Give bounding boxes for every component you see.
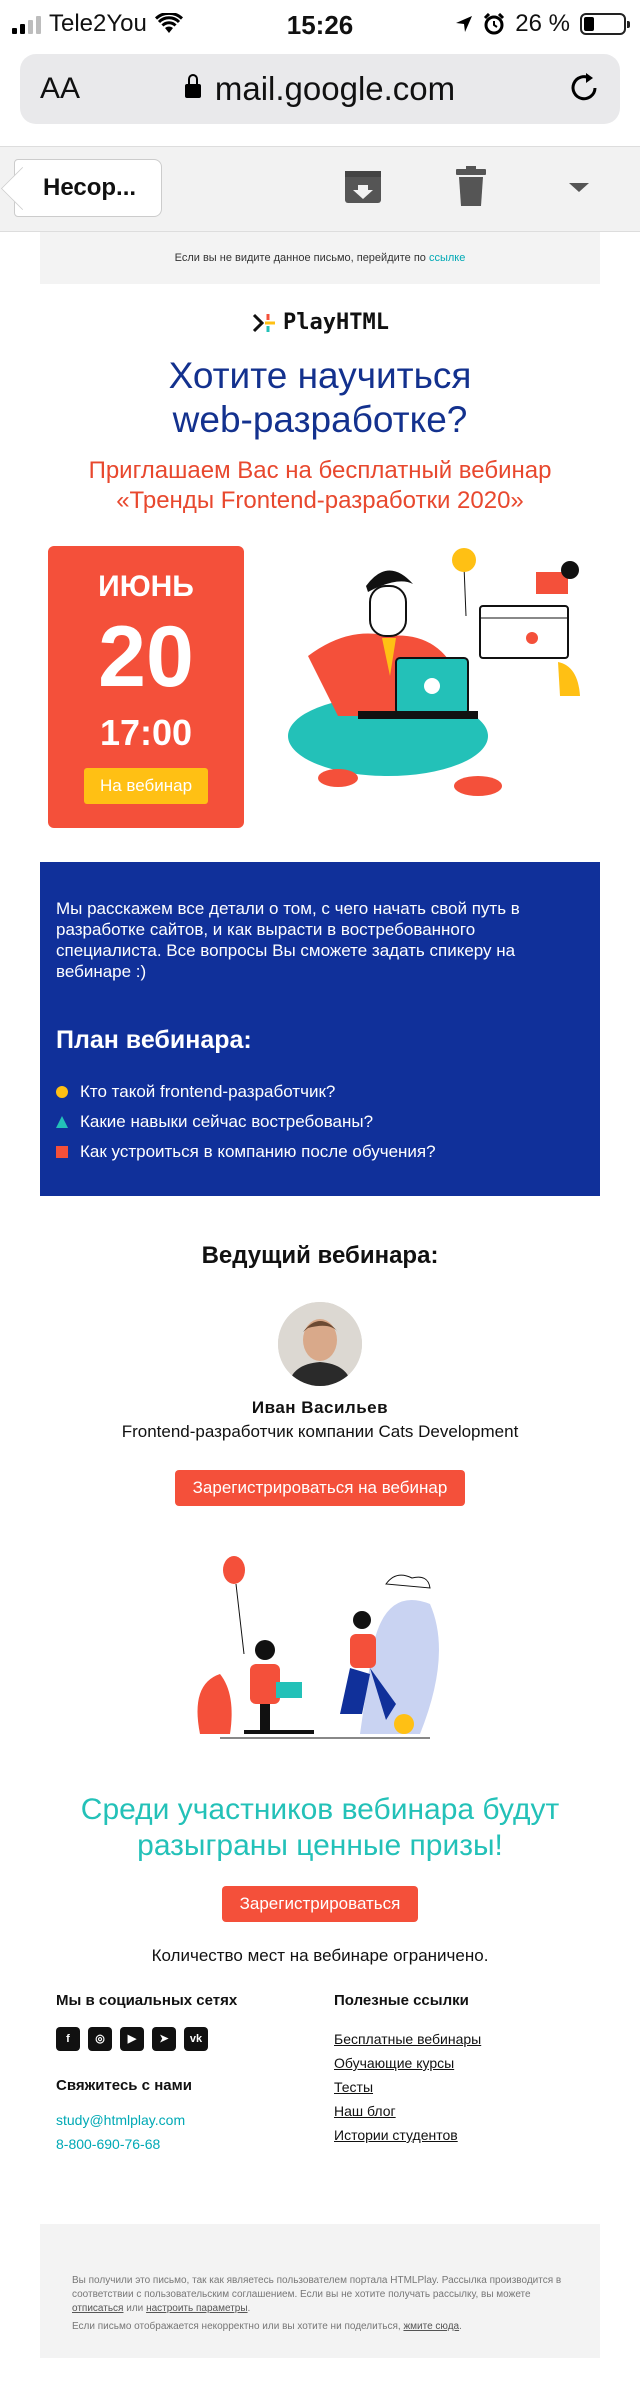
- yellow-circle-icon: [56, 1086, 68, 1098]
- system-indicators: 26 %: [455, 10, 630, 38]
- plan-item: Как устроиться в компанию после обучения…: [56, 1137, 584, 1167]
- social-icons: f ◎ ▶ ➤ vk: [56, 2027, 237, 2051]
- webinar-info-box: Мы расскажем все детали о том, с чего на…: [40, 862, 600, 1196]
- preheader-link[interactable]: ссылке: [429, 252, 465, 264]
- contact-phone-link[interactable]: 8-800-690-76-68: [56, 2132, 237, 2156]
- footer-left-column: Мы в социальных сетях f ◎ ▶ ➤ vk Свяжите…: [56, 1992, 237, 2156]
- alarm-icon: [484, 13, 505, 35]
- preheader: Если вы не видите данное письмо, перейди…: [40, 232, 600, 284]
- date-day: 20: [98, 609, 194, 705]
- lock-icon: [184, 74, 201, 98]
- footer: Мы в социальных сетях f ◎ ▶ ➤ vk Свяжите…: [40, 1992, 600, 2192]
- prize-line-1: Среди участников вебинара будут: [80, 1793, 560, 1826]
- status-bar: Tele2You 15:26 26 %: [0, 0, 640, 52]
- plan-title: План вебинара:: [56, 1026, 252, 1054]
- vk-icon[interactable]: vk: [184, 2027, 208, 2051]
- register-webinar-button[interactable]: Зарегистрироваться на вебинар: [174, 1470, 466, 1506]
- date-month: ИЮНЬ: [98, 570, 194, 603]
- url-display[interactable]: mail.google.com: [20, 70, 620, 108]
- link-blog[interactable]: Наш блог: [334, 2099, 481, 2123]
- link-free-webinars[interactable]: Бесплатные вебинары: [334, 2027, 481, 2051]
- host-avatar: [278, 1302, 362, 1386]
- unsubscribe-link[interactable]: отписаться: [72, 2303, 123, 2314]
- headline: Хотите научиться web-разработке?: [40, 354, 600, 442]
- legal-text: Вы получили это письмо, так как являетес…: [72, 2275, 562, 2300]
- plan-item: Кто такой frontend-разработчик?: [56, 1077, 584, 1107]
- host-photo-icon: [278, 1302, 362, 1386]
- telegram-icon[interactable]: ➤: [152, 2027, 176, 2051]
- register-button[interactable]: Зарегистрироваться: [221, 1886, 419, 1922]
- battery-icon: [580, 13, 630, 35]
- date-card: ИЮНЬ 20 17:00 На вебинар: [48, 546, 244, 828]
- host-title: Ведущий вебинара:: [201, 1242, 439, 1269]
- location-arrow-icon: [456, 16, 473, 32]
- contact-email-link[interactable]: study@htmlplay.com: [56, 2108, 237, 2132]
- legal-or: или: [126, 2303, 144, 2314]
- limited-seats-text: Количество мест на вебинаре ограничено.: [151, 1946, 489, 1965]
- red-square-icon: [56, 1146, 68, 1158]
- link-courses[interactable]: Обучающие курсы: [334, 2051, 481, 2075]
- prize-line-2: разыграны ценные призы!: [137, 1829, 503, 1862]
- subheadline: Приглашаем Вас на бесплатный вебинар «Тр…: [40, 456, 600, 516]
- legal-line-2: Если письмо отображается некорректно или…: [72, 2321, 462, 2332]
- plan-item: Какие навыки сейчас востребованы?: [56, 1107, 584, 1137]
- useful-links-title: Полезные ссылки: [334, 1992, 469, 2009]
- playhtml-logo-icon: [252, 313, 276, 333]
- host-role: Frontend-разработчик компании Cats Devel…: [121, 1422, 519, 1441]
- plan-list: Кто такой frontend-разработчик? Какие на…: [56, 1077, 584, 1167]
- youtube-icon[interactable]: ▶: [120, 2027, 144, 2051]
- instagram-icon[interactable]: ◎: [88, 2027, 112, 2051]
- email-body: Если вы не видите данное письмо, перейди…: [40, 232, 600, 2358]
- hero-section: ИЮНЬ 20 17:00 На вебинар: [40, 534, 600, 834]
- teal-triangle-icon: [56, 1116, 68, 1128]
- developer-illustration: [288, 548, 580, 796]
- reload-icon[interactable]: [566, 70, 602, 106]
- archive-icon[interactable]: [340, 165, 386, 209]
- logo: PlayHTML: [40, 308, 600, 338]
- plan-item-text: Как устроиться в компанию после обучения…: [80, 1142, 436, 1161]
- footer-right-column: Полезные ссылки Бесплатные вебинары Обуч…: [334, 1992, 481, 2147]
- social-title: Мы в социальных сетях: [56, 1992, 238, 2009]
- legal-notice: Вы получили это письмо, так как являетес…: [40, 2224, 600, 2358]
- team-illustration: [197, 1556, 439, 1739]
- preheader-text: Если вы не видите данное письмо, перейди…: [174, 252, 426, 264]
- back-button-label: Несор...: [43, 174, 137, 201]
- plan-item-text: Какие навыки сейчас востребованы?: [80, 1112, 374, 1131]
- settings-link[interactable]: настроить параметры: [146, 2303, 247, 2314]
- logo-text: PlayHTML: [283, 310, 389, 335]
- mail-toolbar: Несор...: [0, 146, 640, 232]
- legal-line-1: Вы получили это письмо, так как являетес…: [72, 2275, 562, 2314]
- link-tests[interactable]: Тесты: [334, 2075, 481, 2099]
- headline-line-2: web-разработке?: [172, 399, 468, 440]
- link-student-stories[interactable]: Истории студентов: [334, 2123, 481, 2147]
- url-text: mail.google.com: [214, 70, 456, 107]
- legal-text-2: Если письмо отображается некорректно или…: [72, 2321, 401, 2332]
- plan-item-text: Кто такой frontend-разработчик?: [80, 1082, 336, 1101]
- host-name: Иван Васильев: [251, 1398, 389, 1417]
- battery-percent: 26 %: [515, 10, 570, 37]
- headline-line-1: Хотите научиться: [168, 355, 472, 396]
- back-to-inbox-button[interactable]: Несор...: [14, 159, 162, 217]
- subheadline-line-2: «Тренды Frontend-разработки 2020»: [116, 487, 524, 514]
- chevron-down-icon[interactable]: [556, 165, 602, 209]
- facebook-icon[interactable]: f: [56, 2027, 80, 2051]
- address-bar[interactable]: AA mail.google.com: [20, 54, 620, 124]
- to-webinar-button[interactable]: На вебинар: [83, 768, 209, 804]
- trash-icon[interactable]: [448, 165, 494, 209]
- click-here-link[interactable]: жмите сюда: [403, 2321, 459, 2332]
- intro-text: Мы расскажем все детали о том, с чего на…: [56, 899, 520, 981]
- contact-title: Свяжитесь с нами: [56, 2077, 192, 2094]
- subheadline-line-1: Приглашаем Вас на бесплатный вебинар: [88, 457, 552, 484]
- date-time: 17:00: [99, 712, 193, 753]
- prize-announcement: Среди участников вебинара будут разыгран…: [40, 1792, 600, 1864]
